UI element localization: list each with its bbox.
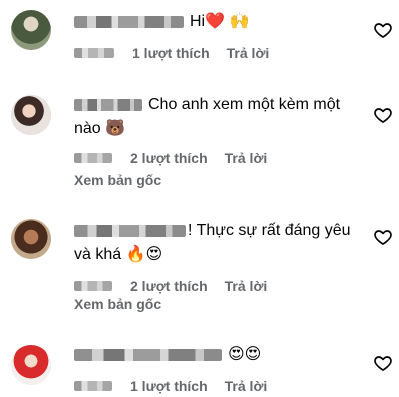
avatar[interactable] (11, 345, 51, 385)
author-name[interactable] (74, 15, 184, 28)
like-count[interactable]: 2 lượt thích (130, 278, 208, 294)
comment-text: 😍😍 (228, 346, 262, 363)
heart-icon[interactable] (373, 20, 393, 40)
heart-icon[interactable] (373, 105, 393, 125)
comment-item: ! Thực sự rất đáng yêu và khá 🔥😍 2 lượt … (0, 200, 399, 335)
author-name[interactable] (74, 348, 222, 361)
comment-body: 😍😍 (74, 343, 354, 367)
avatar[interactable] (11, 10, 51, 50)
comment-item: 😍😍 1 lượt thích Trả lời (0, 335, 399, 397)
reply-button[interactable]: Trả lời (227, 45, 270, 61)
heart-icon[interactable] (373, 227, 393, 247)
timestamp (74, 381, 112, 391)
avatar[interactable] (11, 95, 51, 135)
like-count[interactable]: 1 lượt thích (132, 45, 210, 61)
reply-button[interactable]: Trả lời (225, 150, 268, 166)
comment-meta: 2 lượt thích Trả lời (74, 150, 267, 166)
comment-body: Hi❤️ 🙌 (74, 10, 354, 34)
comment-meta: 2 lượt thích Trả lời (74, 278, 267, 294)
reply-button[interactable]: Trả lời (225, 378, 268, 394)
timestamp (74, 281, 112, 291)
like-count[interactable]: 1 lượt thích (130, 378, 208, 394)
author-name[interactable] (74, 98, 142, 111)
author-name[interactable] (74, 224, 186, 237)
comment-item: Cho anh xem một kèm một nào 🐻 2 lượt thí… (0, 75, 399, 200)
see-original-link[interactable]: Xem bản gốc (74, 172, 161, 188)
timestamp (74, 153, 112, 163)
comment-body: Cho anh xem một kèm một nào 🐻 (74, 93, 354, 141)
like-count[interactable]: 2 lượt thích (130, 150, 208, 166)
comment-meta: 1 lượt thích Trả lời (74, 378, 267, 394)
reply-button[interactable]: Trả lời (225, 278, 268, 294)
timestamp (74, 48, 114, 58)
heart-icon[interactable] (373, 353, 393, 373)
comment-body: ! Thực sự rất đáng yêu và khá 🔥😍 (74, 219, 354, 267)
comment-item: Hi❤️ 🙌 1 lượt thích Trả lời (0, 0, 399, 75)
comment-text: Hi❤️ 🙌 (190, 13, 250, 30)
comment-meta: 1 lượt thích Trả lời (74, 45, 269, 61)
see-original-link[interactable]: Xem bản gốc (74, 296, 161, 312)
avatar[interactable] (11, 219, 51, 259)
